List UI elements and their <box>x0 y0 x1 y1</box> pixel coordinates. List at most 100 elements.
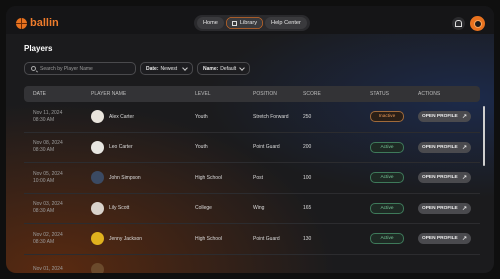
open-profile-button[interactable]: OPEN PROFILE ↗ <box>418 111 471 123</box>
table-row[interactable]: Nov 11, 2024 08:30 AM Alex Carter Youth Stre… <box>24 102 480 133</box>
col-date[interactable]: DATE <box>24 91 91 98</box>
status-badge: Active <box>370 233 404 245</box>
table-body: Nov 11, 2024 08:30 AM Alex Carter Youth Stre… <box>24 102 480 273</box>
open-profile-button[interactable]: OPEN PROFILE ↗ <box>418 202 471 214</box>
col-score[interactable]: SCORE <box>303 91 370 97</box>
player-avatar <box>91 110 104 124</box>
col-status[interactable]: STATUS <box>370 91 418 97</box>
player-level: Youth <box>195 113 208 120</box>
row-actions: OPEN PROFILE ↗ <box>418 172 478 184</box>
scrollbar[interactable] <box>483 106 485 166</box>
page-title: Players <box>24 44 53 53</box>
status-badge: Inactive <box>370 111 404 123</box>
status-badge: Active <box>370 202 404 214</box>
logo-text: ballin <box>30 17 59 29</box>
arrow-up-right-icon: ↗ <box>461 175 467 182</box>
table-row[interactable]: Nov 05, 2024 10:00 AM John Simpson High Sch… <box>24 163 480 194</box>
open-profile-button[interactable]: OPEN PROFILE ↗ <box>418 233 471 245</box>
col-position[interactable]: POSITION <box>253 91 303 97</box>
nav-library[interactable]: Library <box>225 17 264 29</box>
player-avatar <box>91 232 104 246</box>
row-date-day: Nov 02, 2024 <box>33 231 63 238</box>
row-date-time: 08:30 AM <box>33 208 55 215</box>
player-name: John Simpson <box>109 174 141 181</box>
nav-help-center[interactable]: Help Center <box>265 17 307 29</box>
player-level: High School <box>195 174 222 181</box>
col-player-name[interactable]: PLAYER NAME <box>91 91 195 97</box>
col-level[interactable]: LEVEL <box>195 91 253 97</box>
player-avatar <box>91 201 104 215</box>
table-row[interactable]: Nov 01, 2024 <box>24 255 480 273</box>
row-date-time: 08:30 AM <box>33 238 55 245</box>
name-sort-value: Default <box>220 65 237 72</box>
row-actions: OPEN PROFILE ↗ <box>418 233 478 245</box>
nav-home[interactable]: Home <box>197 17 224 29</box>
player-avatar <box>91 171 104 185</box>
open-profile-label: OPEN PROFILE <box>422 144 458 150</box>
library-icon <box>231 20 237 26</box>
name-sort-dropdown[interactable]: Name: Default <box>197 62 250 75</box>
col-actions: ACTIONS <box>418 91 441 97</box>
row-player: Alex Carter <box>91 110 195 124</box>
user-avatar[interactable] <box>470 16 485 31</box>
row-date-day: Nov 01, 2024 <box>33 265 63 272</box>
table-row[interactable]: Nov 03, 2024 08:30 AM Lily Scott College Win… <box>24 194 480 224</box>
row-player: Jenny Jackson <box>91 232 195 246</box>
row-actions: OPEN PROFILE ↗ <box>418 111 478 123</box>
main-nav: Home Library Help Center <box>194 15 310 31</box>
status-badge: Active <box>370 141 404 153</box>
arrow-up-right-icon: ↗ <box>461 114 467 121</box>
row-date-day: Nov 05, 2024 <box>33 170 63 177</box>
status-badge: Active <box>370 172 404 184</box>
row-date: Nov 11, 2024 08:30 AM <box>24 110 91 124</box>
row-date: Nov 01, 2024 <box>24 266 91 273</box>
chevron-down-icon <box>239 64 245 71</box>
row-status: Inactive <box>370 111 418 123</box>
row-date: Nov 08, 2024 08:30 AM <box>24 140 91 154</box>
row-status: Active <box>370 233 418 245</box>
bell-icon <box>455 20 462 27</box>
row-actions: OPEN PROFILE ↗ <box>418 141 478 153</box>
arrow-up-right-icon: ↗ <box>461 205 467 212</box>
row-player: Lily Scott <box>91 201 195 215</box>
table-row[interactable]: Nov 08, 2024 08:30 AM Leo Carter Youth Point… <box>24 133 480 163</box>
player-score: 200 <box>303 144 312 151</box>
player-level: Youth <box>195 144 208 151</box>
search-box[interactable] <box>24 62 136 75</box>
table-row[interactable]: Nov 02, 2024 08:30 AM Jenny Jackson High Sc… <box>24 224 480 255</box>
player-score: 130 <box>303 235 312 242</box>
player-position: Point Guard <box>253 144 280 151</box>
player-level: High School <box>195 235 222 242</box>
row-status: Active <box>370 202 418 214</box>
row-date-time: 08:30 AM <box>33 116 55 123</box>
row-player: John Simpson <box>91 171 195 185</box>
open-profile-button[interactable]: OPEN PROFILE ↗ <box>418 141 471 153</box>
row-player <box>91 262 195 273</box>
search-input[interactable] <box>40 65 130 72</box>
player-avatar <box>91 140 104 154</box>
nav-home-label: Home <box>203 20 218 26</box>
player-avatar <box>91 262 104 273</box>
chevron-down-icon <box>182 64 188 71</box>
player-name: Jenny Jackson <box>109 235 143 242</box>
player-score: 100 <box>303 174 312 181</box>
row-date-day: Nov 03, 2024 <box>33 201 63 208</box>
arrow-up-right-icon: ↗ <box>461 236 467 243</box>
date-sort-label: Date: <box>146 65 159 72</box>
row-status: Active <box>370 172 418 184</box>
table-header: DATE PLAYER NAME LEVEL POSITION SCORE ST… <box>24 86 480 102</box>
row-date-day: Nov 08, 2024 <box>33 140 63 147</box>
row-date-time: 08:30 AM <box>33 147 55 154</box>
row-actions: OPEN PROFILE ↗ <box>418 202 478 214</box>
row-date-day: Nov 11, 2024 <box>33 109 63 116</box>
logo[interactable]: ballin <box>16 17 59 29</box>
open-profile-label: OPEN PROFILE <box>422 114 458 120</box>
row-status: Active <box>370 141 418 153</box>
app-frame: ballin Home Library Help Center Players … <box>6 6 494 273</box>
nav-library-label: Library <box>239 20 258 26</box>
open-profile-button[interactable]: OPEN PROFILE ↗ <box>418 172 471 184</box>
top-bar: ballin Home Library Help Center <box>6 6 494 34</box>
date-sort-dropdown[interactable]: Date: Newest <box>140 62 193 75</box>
player-name: Leo Carter <box>109 144 133 151</box>
notifications-button[interactable] <box>452 17 465 30</box>
